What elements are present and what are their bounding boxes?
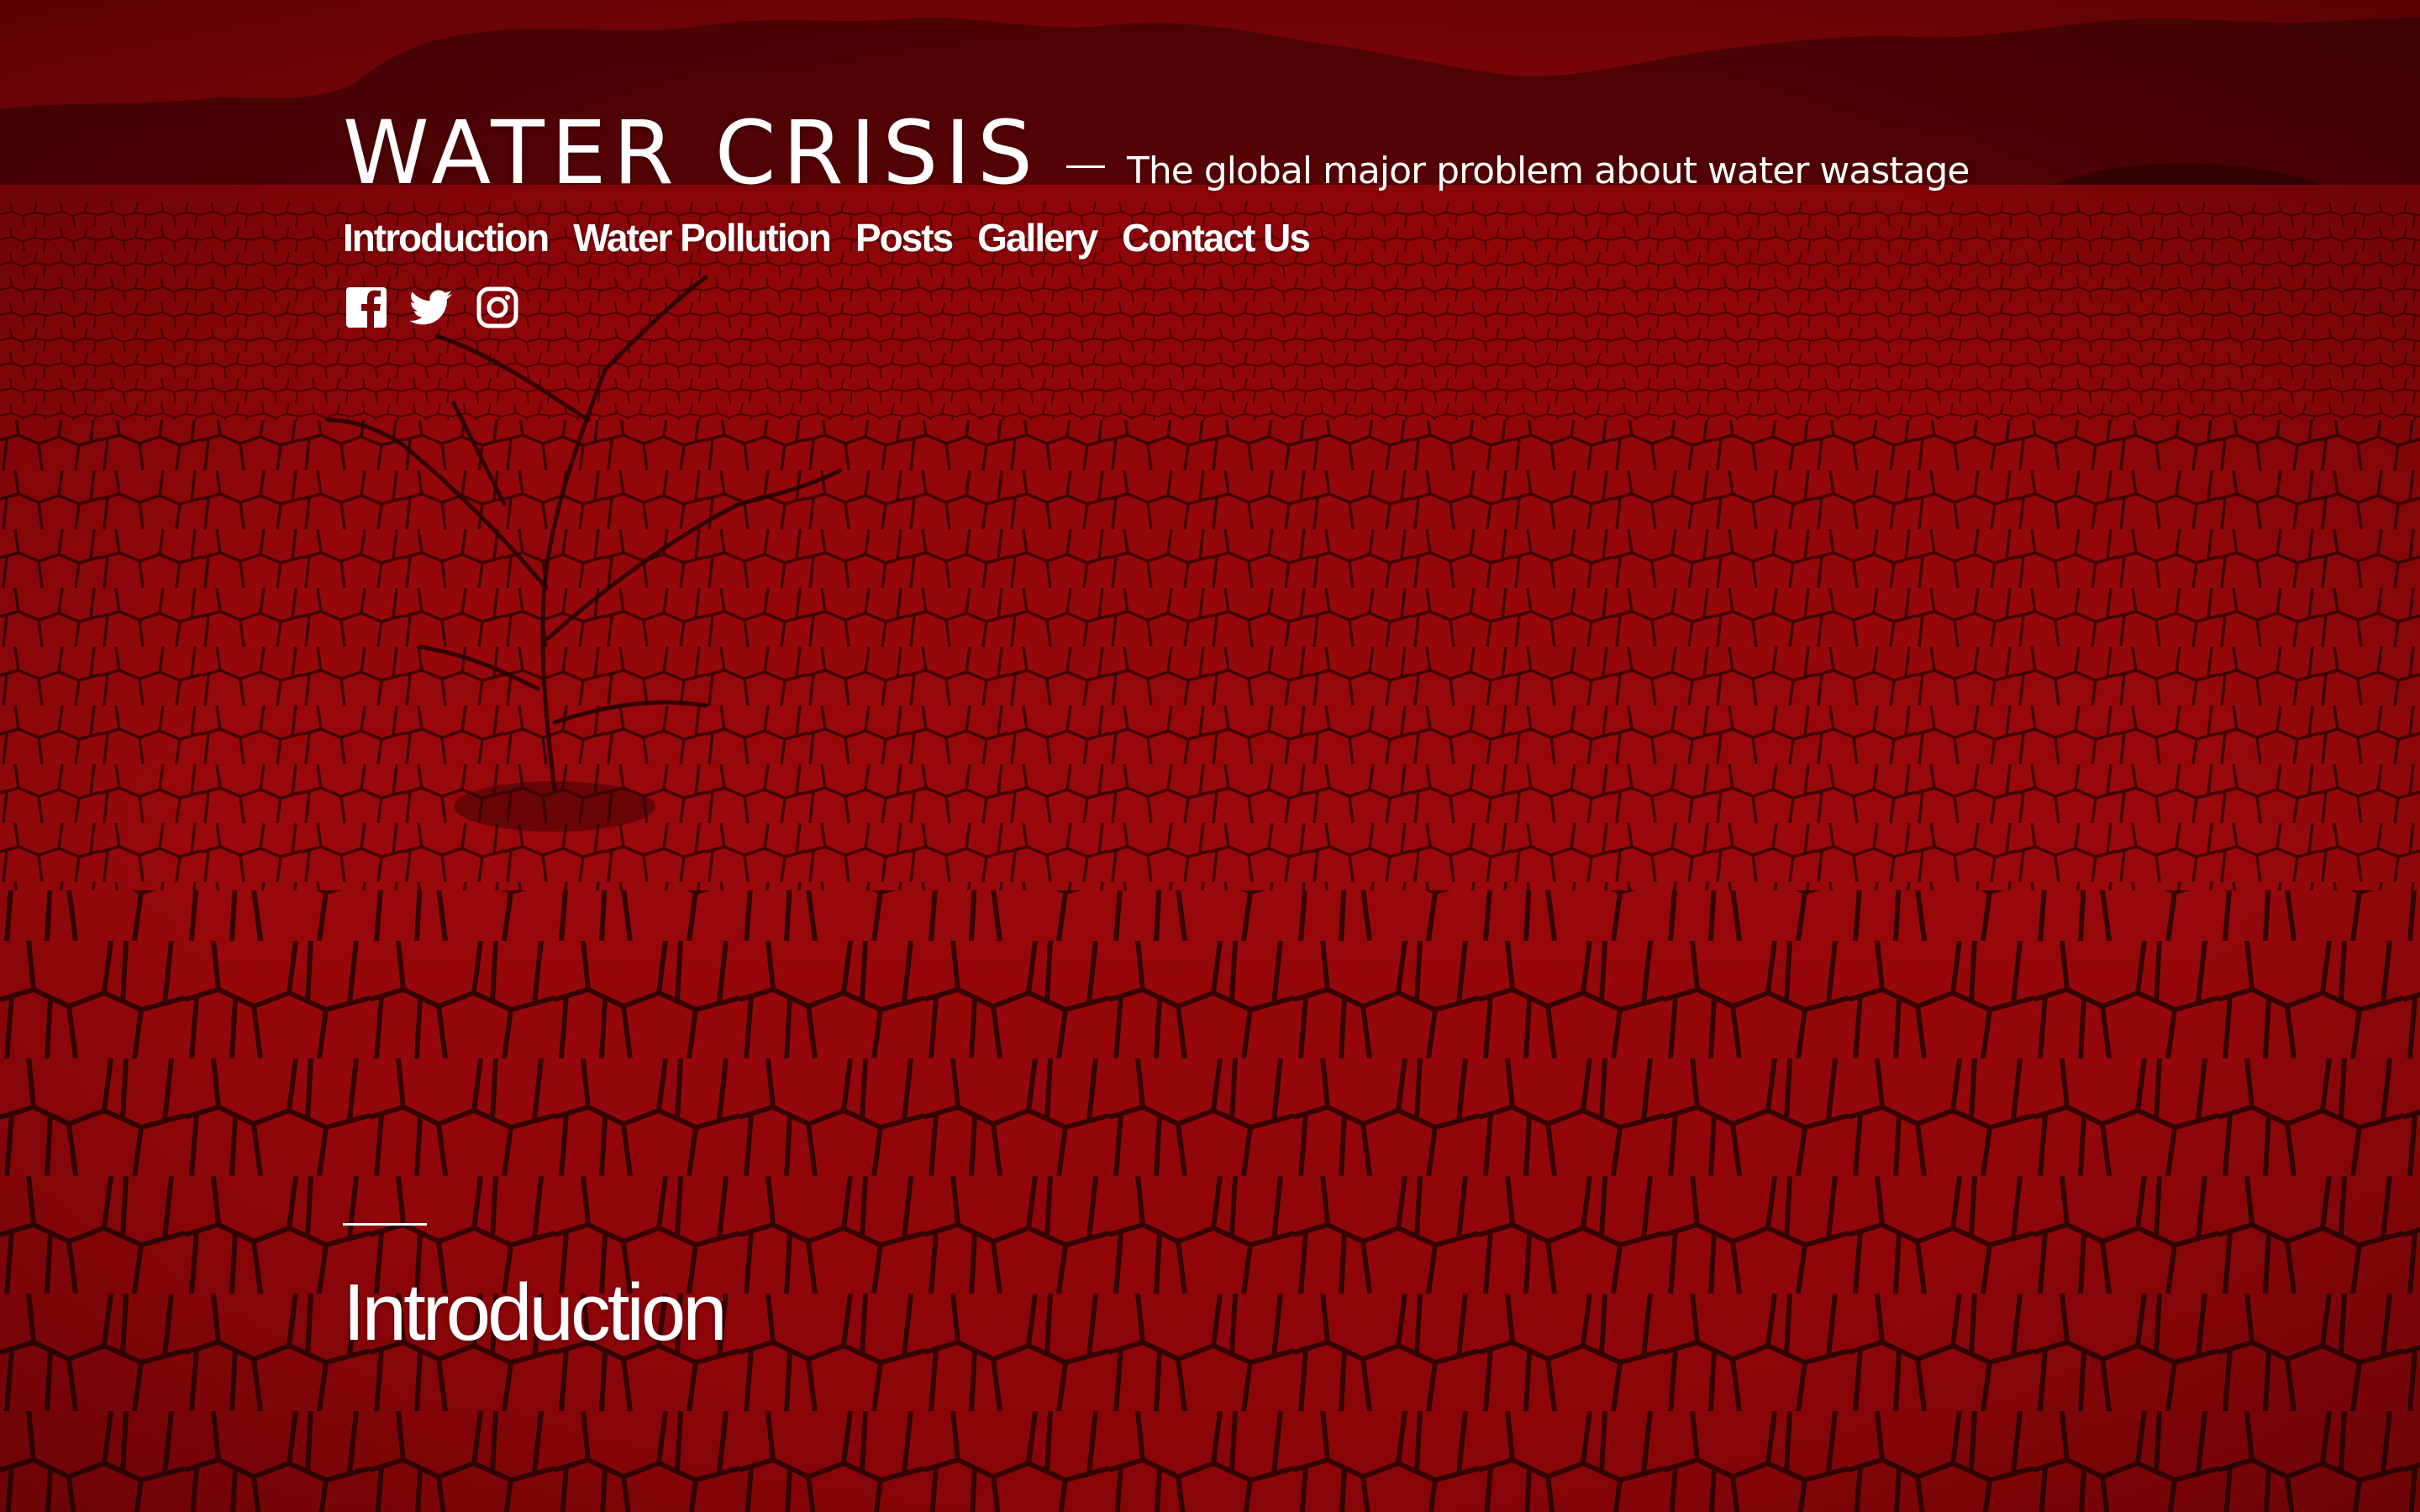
site-title[interactable]: WATER CRISIS (343, 109, 1039, 197)
social-links (343, 284, 2107, 331)
nav-item-introduction[interactable]: Introduction (343, 215, 550, 260)
nav-item-contact-us[interactable]: Contact Us (1122, 215, 1311, 260)
page-heading: Introduction (343, 1223, 728, 1357)
facebook-link[interactable] (343, 284, 390, 331)
site-header: WATER CRISIS The global major problem ab… (343, 109, 2107, 331)
site-tagline: The global major problem about water was… (1127, 150, 1970, 192)
heading-divider (343, 1223, 427, 1226)
instagram-icon (476, 286, 518, 328)
twitter-link[interactable] (408, 284, 455, 331)
tagline-dash (1066, 165, 1106, 168)
twitter-icon (409, 290, 452, 325)
nav-item-gallery[interactable]: Gallery (977, 215, 1098, 260)
nav-item-water-pollution[interactable]: Water Pollution (573, 215, 832, 260)
site-branding: WATER CRISIS The global major problem ab… (343, 109, 2107, 197)
nav-item-posts[interactable]: Posts (855, 215, 954, 260)
instagram-link[interactable] (474, 284, 521, 331)
main-navigation: Introduction Water Pollution Posts Galle… (343, 215, 2107, 260)
facebook-icon (346, 287, 387, 328)
page-title: Introduction (343, 1268, 728, 1357)
